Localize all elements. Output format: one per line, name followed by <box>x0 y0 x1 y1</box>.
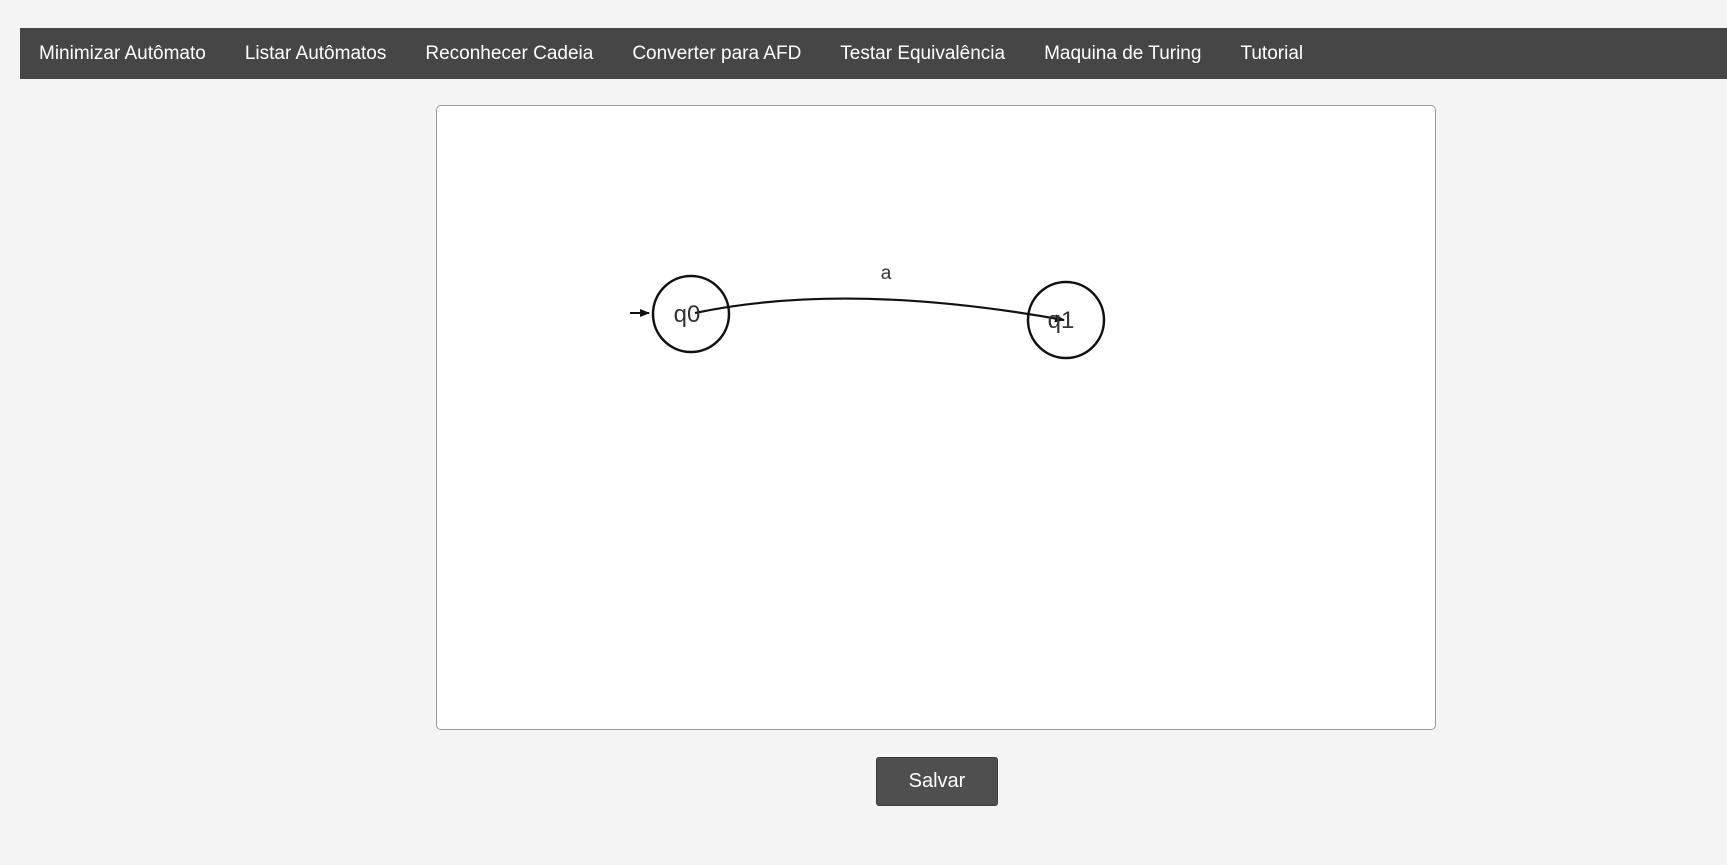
state-q0[interactable]: q0 <box>651 274 731 354</box>
save-button[interactable]: Salvar <box>876 757 998 806</box>
transition-label-q0-q1: a <box>881 263 892 284</box>
nav-tutorial[interactable]: Tutorial <box>1221 43 1323 65</box>
nav-minimizar-automato[interactable]: Minimizar Autômato <box>20 43 225 65</box>
state-q1-label: q1 <box>1048 307 1075 334</box>
nav-listar-automatos[interactable]: Listar Autômatos <box>225 43 406 65</box>
top-navbar: Minimizar Autômato Listar Autômatos Reco… <box>20 28 1727 79</box>
state-q0-label: q0 <box>674 301 701 328</box>
nav-testar-equivalencia[interactable]: Testar Equivalência <box>821 43 1025 65</box>
transition-edge-q0-q1[interactable] <box>694 297 1065 323</box>
automaton-canvas[interactable]: a q0 q1 <box>436 105 1436 730</box>
state-q1[interactable]: q1 <box>1026 280 1106 360</box>
nav-converter-afd[interactable]: Converter para AFD <box>613 43 821 65</box>
nav-reconhecer-cadeia[interactable]: Reconhecer Cadeia <box>406 43 613 65</box>
nav-maquina-turing[interactable]: Maquina de Turing <box>1025 43 1221 65</box>
automaton-diagram[interactable]: a q0 q1 <box>437 106 1435 729</box>
